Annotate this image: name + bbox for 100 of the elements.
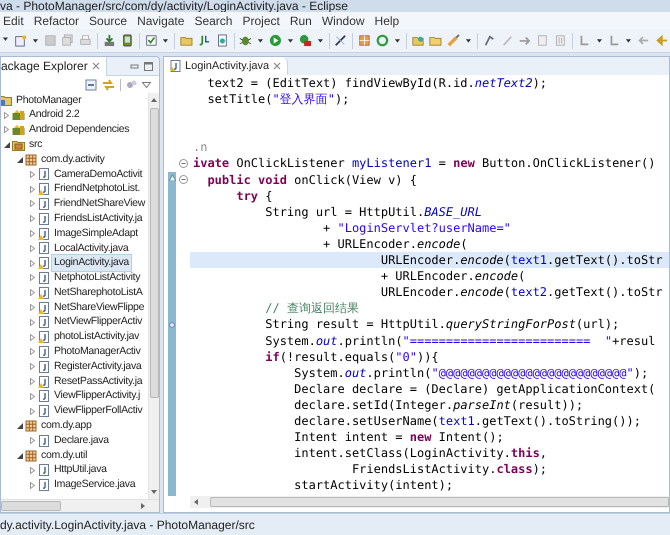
java-file-icon (38, 390, 50, 402)
close-icon[interactable] (273, 62, 282, 70)
expanded-arrow-icon[interactable] (16, 156, 22, 163)
status-bar-text: dy.activity.LoginActivity.java - PhotoManager/src (0, 516, 255, 534)
expanded-arrow-icon[interactable] (16, 422, 22, 429)
fold-marker-icon[interactable] (179, 175, 188, 184)
collapsed-arrow-icon[interactable] (30, 215, 35, 222)
menu-item[interactable]: Refactor (34, 12, 80, 30)
scroll-right-icon[interactable] (141, 503, 145, 509)
download-icon[interactable] (102, 33, 116, 48)
collapsed-arrow-icon[interactable] (30, 334, 35, 341)
view-menu-icon[interactable] (142, 82, 151, 88)
link-arrows-icon[interactable] (102, 78, 115, 90)
collapsed-arrow-icon[interactable] (30, 304, 35, 312)
collapse-all-icon[interactable] (85, 78, 97, 90)
back-arrow-icon[interactable] (655, 33, 668, 48)
collapsed-arrow-icon[interactable] (30, 274, 35, 282)
collapsed-arrow-icon[interactable] (30, 186, 35, 193)
fold-marker-icon[interactable] (179, 159, 188, 168)
project-folder-icon (1, 94, 12, 106)
java-file-icon (170, 60, 181, 72)
scrollbar-thumb[interactable] (1, 501, 61, 511)
menu-item[interactable]: Help (374, 12, 400, 30)
java-file-icon (38, 228, 50, 240)
collapsed-arrow-icon[interactable] (4, 126, 9, 134)
books-icon (12, 124, 25, 136)
maximize-icon[interactable] (144, 62, 153, 70)
junit-icon[interactable] (198, 33, 211, 48)
java-file-icon (38, 331, 50, 344)
collapsed-arrow-icon[interactable] (30, 170, 35, 178)
collapsed-arrow-icon[interactable] (30, 437, 35, 444)
java-file-icon (38, 316, 50, 328)
checkbox-icon[interactable] (144, 33, 158, 48)
scroll-down-icon[interactable] (151, 490, 157, 494)
menu-item[interactable]: Window (322, 12, 365, 30)
collapsed-arrow-icon[interactable] (30, 392, 35, 400)
java-file-icon (38, 286, 50, 299)
java-file-icon (38, 302, 50, 314)
page-icon[interactable] (536, 33, 550, 48)
horizontal-scrollbar[interactable] (190, 496, 669, 508)
print-icon[interactable] (79, 33, 92, 48)
scrollbar-thumb[interactable] (150, 108, 158, 398)
brush-icon[interactable] (447, 33, 460, 48)
menu-item[interactable]: Project (242, 12, 280, 30)
java-file-icon (38, 405, 50, 418)
view-tab-title: ackage Explorer (1, 58, 88, 75)
horizontal-scrollbar[interactable] (1, 499, 159, 512)
editor-tab[interactable]: LoginActivity.java (164, 57, 288, 75)
new-file-icon[interactable] (14, 33, 27, 48)
java-file-icon (38, 360, 50, 373)
collapsed-arrow-icon[interactable] (30, 408, 35, 415)
java-file-icon (38, 168, 50, 180)
java-file-icon (38, 183, 50, 196)
expanded-arrow-icon[interactable] (4, 142, 10, 148)
java-file-icon (38, 346, 50, 358)
collapsed-arrow-icon[interactable] (30, 348, 35, 356)
books-icon (12, 109, 25, 122)
scroll-up-icon[interactable] (151, 98, 157, 102)
collapsed-arrow-icon[interactable] (30, 482, 35, 489)
package-icon (25, 450, 37, 462)
java-file-icon (38, 257, 50, 270)
collapsed-arrow-icon[interactable] (30, 378, 35, 386)
menu-item[interactable]: Run (290, 12, 312, 30)
collapsed-arrow-icon[interactable] (30, 318, 35, 326)
menu-item[interactable]: Edit (3, 12, 24, 30)
collapsed-arrow-icon[interactable] (4, 112, 9, 119)
vertical-scrollbar[interactable] (148, 93, 159, 499)
package-icon (25, 154, 37, 166)
close-icon[interactable] (92, 62, 100, 70)
java-file-icon (38, 212, 50, 225)
save-all-icon[interactable] (61, 33, 74, 48)
run-icon[interactable] (269, 33, 282, 48)
minimize-icon[interactable] (130, 62, 139, 70)
menu-item[interactable]: Search (194, 12, 232, 30)
java-file-icon (38, 434, 50, 447)
tree-item[interactable]: LoginActivity.java (51, 254, 132, 272)
java-file-icon (38, 272, 50, 284)
menu-item[interactable]: Source (89, 12, 128, 30)
collapsed-arrow-icon[interactable] (30, 200, 35, 208)
expanded-arrow-icon[interactable] (16, 452, 22, 459)
collapsed-arrow-icon[interactable] (30, 466, 35, 474)
scrollbar-thumb[interactable] (210, 497, 669, 507)
collapsed-arrow-icon[interactable] (30, 230, 35, 238)
package-folder-icon (12, 138, 25, 151)
marker-icon (169, 322, 175, 328)
menu-item[interactable]: Navigate (137, 12, 184, 30)
phone-icon[interactable] (120, 33, 134, 48)
collapsed-arrow-icon[interactable] (30, 260, 35, 267)
filter-icon[interactable] (126, 79, 137, 90)
java-file-icon (38, 198, 50, 210)
view-tab[interactable]: ackage Explorer (1, 57, 107, 76)
package-icon (25, 420, 37, 432)
scroll-left-icon[interactable] (194, 499, 198, 505)
collapsed-arrow-icon[interactable] (30, 244, 35, 252)
bookmark-icon (169, 175, 176, 181)
grid-icon[interactable] (358, 33, 371, 48)
collapsed-arrow-icon[interactable] (30, 289, 35, 296)
java-file-icon (38, 464, 50, 476)
java-file-icon (38, 376, 50, 388)
collapsed-arrow-icon[interactable] (30, 363, 35, 370)
